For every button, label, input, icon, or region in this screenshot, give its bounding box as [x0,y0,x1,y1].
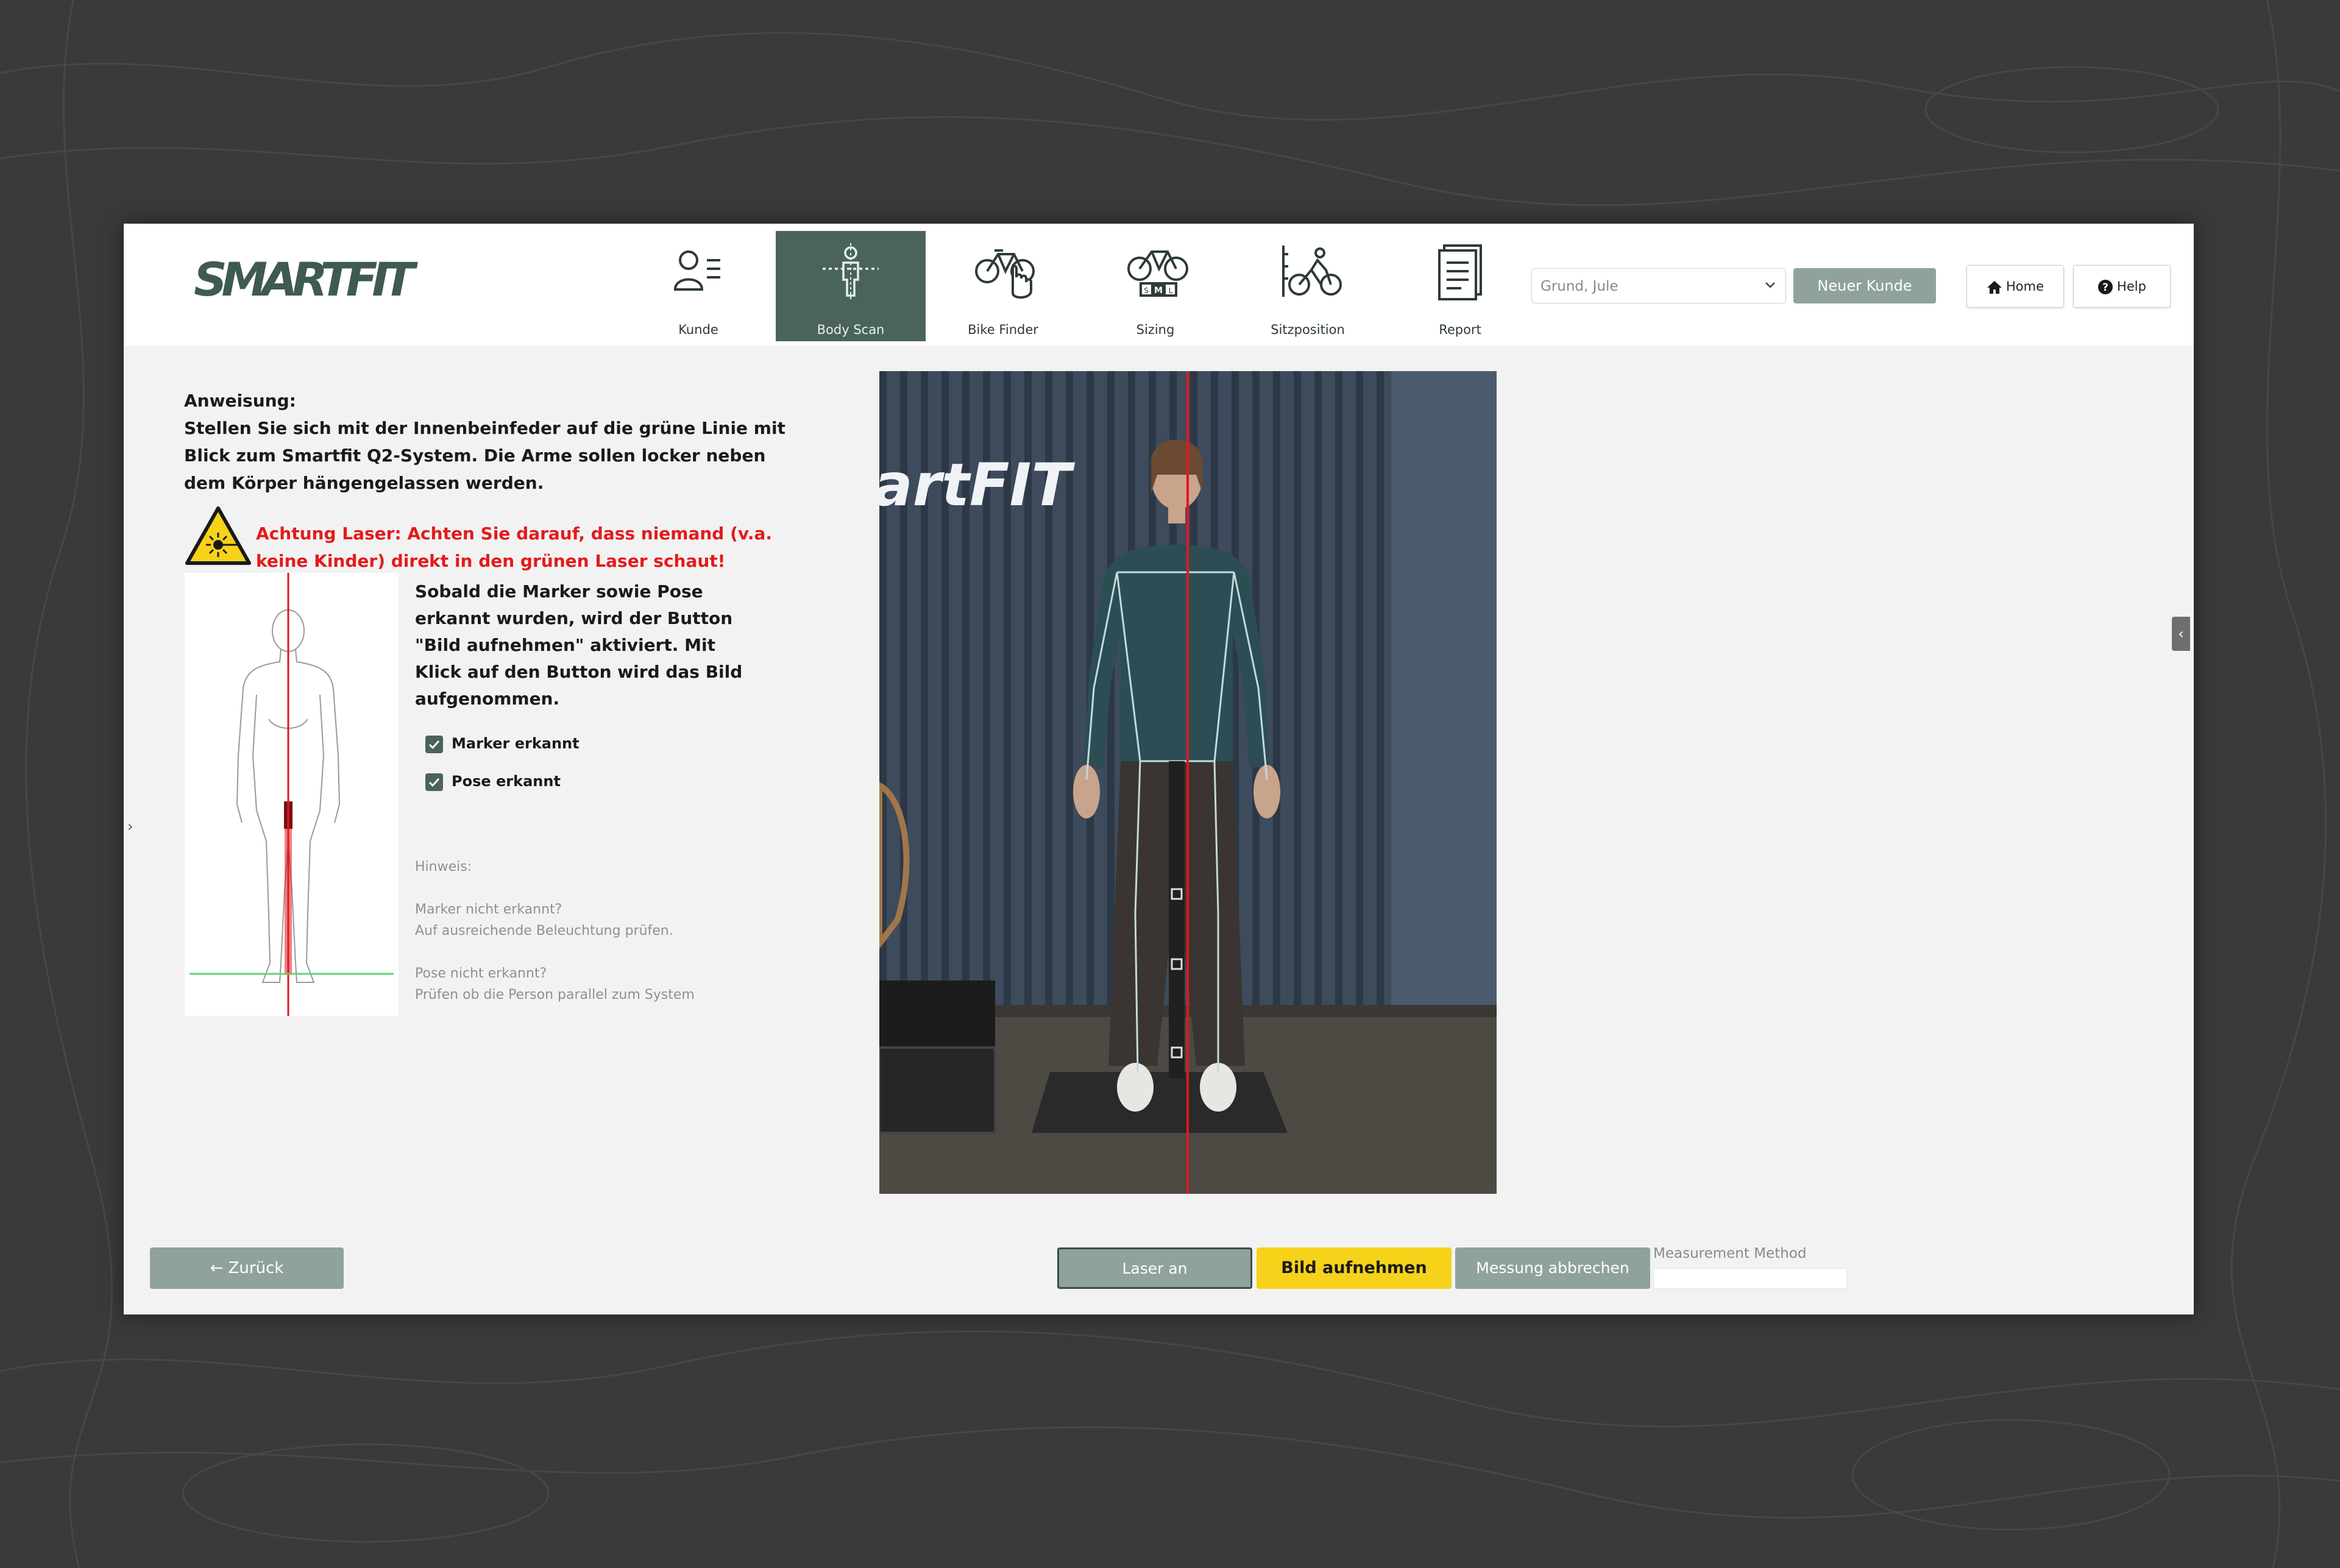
laser-warning-text: Achtung Laser: Achten Sie darauf, dass n… [256,523,773,571]
bike-sizing-icon: M S L [1127,250,1188,297]
body-diagram [185,573,399,1016]
check-icon [428,778,440,787]
nav-body-scan[interactable]: Body Scan [776,231,926,341]
smartfit-logo[interactable]: SMARTFIT [194,255,419,304]
capture-info-text: Sobald die Marker sowie Pose erkannt wur… [415,581,743,709]
collapse-panel-tab[interactable]: ‹ [2172,617,2190,651]
home-label: Home [2005,279,2044,294]
hint-marker-title: Marker nicht erkannt? [415,902,562,917]
user-list-icon [673,250,720,291]
app-window: SMARTFIT Kunde Body Scan Bike Finder M S… [124,224,2194,1314]
bike-finder-icon [975,249,1035,299]
cancel-measurement-button[interactable]: Messung abbrechen [1455,1247,1650,1289]
home-icon [1987,281,2002,294]
nav-label: Report [1439,322,1481,337]
laser-on-button[interactable]: Laser an [1057,1247,1252,1289]
svg-text:?: ? [2102,282,2108,294]
check-label: Marker erkannt [452,735,580,752]
check-label: Pose erkannt [452,773,561,790]
body-scan-icon [823,243,879,302]
nav-report[interactable]: Report [1385,231,1535,341]
help-icon: ? [2098,280,2113,294]
help-button[interactable]: ? Help [2073,265,2171,308]
top-header: SMARTFIT Kunde Body Scan Bike Finder M S… [124,224,2194,346]
hint-pose-title: Pose nicht erkannt? [415,966,547,981]
seat-position-icon [1282,246,1342,297]
nav-label: Kunde [678,322,718,337]
customer-select-value: Grund, Jule [1540,278,1618,294]
chevron-down-icon [1765,282,1775,288]
instructions-heading: Anweisung: [184,391,296,411]
svg-text:SMARTFIT: SMARTFIT [194,255,418,304]
hint-pose-text: Prüfen ob die Person parallel zum System [415,987,695,1002]
body-outline-figure [190,573,394,1016]
nav-kunde[interactable]: Kunde [623,231,773,341]
check-pose: Pose erkannt [425,772,561,792]
report-icon [1438,244,1482,300]
camera-preview: artFIT [879,371,1497,1194]
nav-label: Bike Finder [968,322,1038,337]
check-marker: Marker erkannt [425,734,580,754]
nav-label: Sitzposition [1271,322,1345,337]
svg-text:L: L [1169,286,1173,295]
customer-select[interactable]: Grund, Jule [1531,268,1786,303]
nav-label: Body Scan [817,322,885,337]
instructions-body: Stellen Sie sich mit der Innenbeinfeder … [184,418,785,493]
home-button[interactable]: Home [1966,265,2064,308]
nav-label: Sizing [1136,322,1175,337]
measurement-method-label: Measurement Method [1653,1246,1807,1261]
camera-feed-image: artFIT [879,371,1497,1194]
svg-text:S: S [1144,286,1149,295]
new-customer-button[interactable]: Neuer Kunde [1793,268,1936,303]
wall-logo-text: artFIT [879,451,1075,519]
expand-sidebar-arrow[interactable]: › [127,818,133,835]
laser-warning-icon [185,506,251,565]
nav-bike-finder[interactable]: Bike Finder [928,231,1078,341]
hint-marker-text: Auf ausreichende Beleuchtung prüfen. [415,923,673,938]
check-icon [428,740,440,749]
checkbox-checked [425,773,443,791]
help-label: Help [2117,279,2146,294]
checkbox-checked [425,735,443,753]
svg-text:M: M [1154,286,1163,296]
capture-image-button[interactable]: Bild aufnehmen [1257,1247,1452,1289]
nav-sizing[interactable]: M S L Sizing [1080,231,1230,341]
instructions-block: Anweisung: Stellen Sie sich mit der Inne… [184,387,787,497]
measurement-method-input[interactable] [1653,1268,1847,1289]
hint-heading: Hinweis: [415,859,472,874]
back-button[interactable]: ← Zurück [150,1247,344,1289]
nav-sitzposition[interactable]: Sitzposition [1233,231,1383,341]
